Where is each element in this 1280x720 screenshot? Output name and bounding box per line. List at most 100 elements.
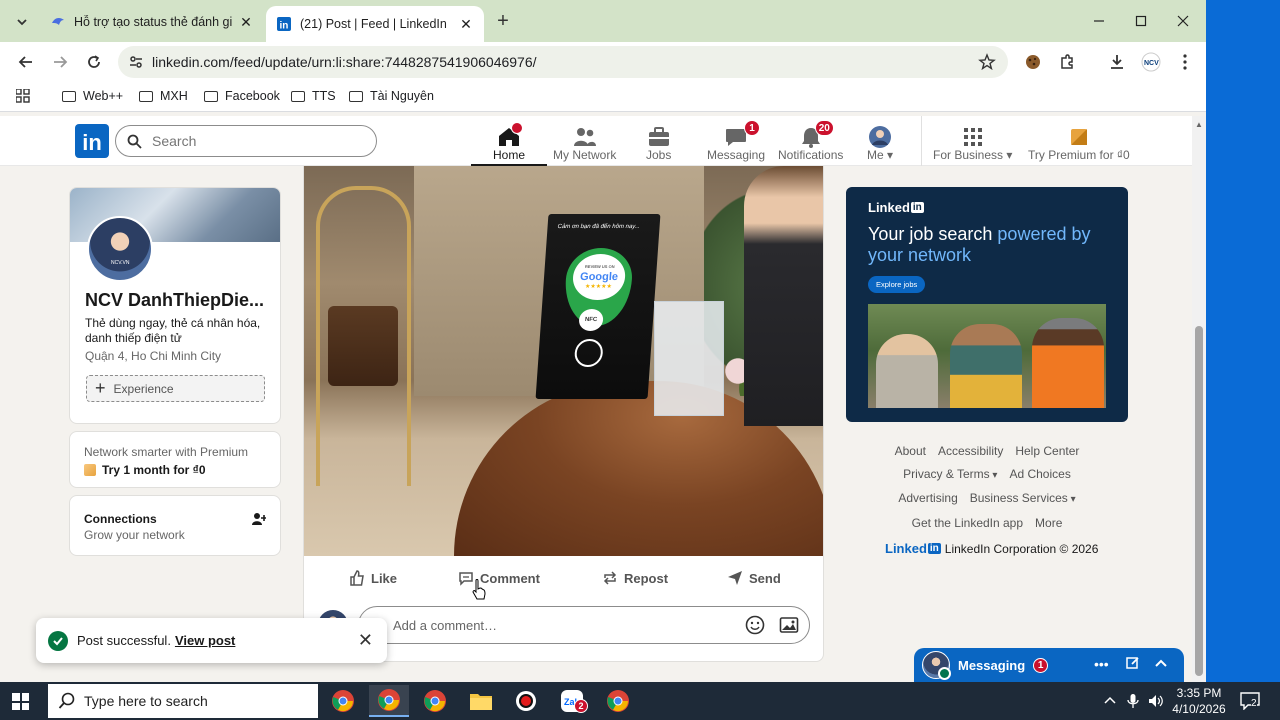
scrollbar-thumb[interactable] [1195, 326, 1203, 676]
page-scrollbar[interactable]: ▲ [1192, 116, 1206, 682]
ad-linkedin-logo: Linked in [868, 200, 924, 215]
close-toast-icon[interactable]: ✕ [358, 630, 373, 651]
premium-trial-link[interactable]: Try 1 month for ₫0 [84, 463, 206, 477]
notification-center-icon[interactable]: 2 [1240, 692, 1260, 713]
bookmark-star-icon[interactable] [978, 53, 996, 74]
taskbar-clock[interactable]: 3:35 PM 4/10/2026 [1170, 685, 1228, 717]
nav-me[interactable]: Me ▾ [867, 120, 893, 162]
nav-label: Home [493, 148, 526, 162]
zalo-app-icon[interactable]: Zalo 2 [552, 685, 592, 717]
nav-try-premium[interactable]: Try Premium for ₫0 [1028, 120, 1130, 162]
image-upload-icon[interactable] [779, 615, 799, 638]
image-luggage [328, 306, 398, 386]
profile-card[interactable]: NCV.VN NCV DanhThiepDie... Thẻ dùng ngay… [69, 187, 281, 424]
address-bar[interactable]: linkedin.com/feed/update/urn:li:share:74… [118, 46, 1008, 78]
windows-start-icon[interactable] [12, 693, 29, 710]
maximize-button[interactable] [1126, 8, 1156, 34]
nav-my-network[interactable]: My Network [553, 120, 616, 162]
add-experience-button[interactable]: + Experience [86, 375, 265, 402]
explore-jobs-button[interactable]: Explore jobs [868, 276, 926, 293]
repost-button[interactable]: Repost [602, 564, 668, 592]
download-icon[interactable] [1106, 51, 1128, 73]
footer-accessibility-link[interactable]: Accessibility [938, 440, 1003, 463]
forward-button[interactable] [48, 50, 72, 74]
profile-avatar[interactable]: NCV.VN [87, 216, 153, 282]
file-explorer-icon[interactable] [461, 685, 501, 717]
extensions-icon[interactable] [1056, 51, 1078, 73]
chrome-app-icon[interactable] [323, 685, 363, 717]
minimize-button[interactable] [1084, 8, 1114, 34]
close-tab-icon[interactable]: ✕ [458, 16, 474, 32]
nav-home[interactable]: Home [470, 120, 548, 166]
bookmark-label: Tài Nguyên [370, 89, 434, 103]
ad-person-1 [876, 334, 938, 408]
footer-brand-in: in [927, 543, 941, 554]
tab-title: (21) Post | Feed | LinkedIn [300, 17, 447, 31]
compose-icon[interactable] [1126, 656, 1140, 673]
job-search-ad[interactable]: Linked in Your job search powered by your… [846, 187, 1128, 422]
nav-for-business[interactable]: For Business ▾ [933, 120, 1012, 162]
tab-google-review[interactable]: Hỗ trợ tạo status thẻ đánh giá Google ✕ [40, 6, 264, 38]
bookmark-folder-tts[interactable]: TTS [291, 89, 336, 103]
clock-date: 4/10/2026 [1172, 702, 1226, 716]
back-button[interactable] [14, 50, 38, 74]
like-button[interactable]: Like [349, 564, 397, 592]
apps-grid-icon[interactable] [16, 89, 30, 103]
close-window-button[interactable] [1168, 8, 1198, 34]
footer-ad-choices-link[interactable]: Ad Choices [1009, 463, 1070, 488]
folder-icon [204, 90, 218, 102]
taskbar-search[interactable]: Type here to search [48, 684, 318, 718]
footer-privacy-terms-link[interactable]: Privacy & Terms [903, 463, 997, 488]
footer-get-app-link[interactable]: Get the LinkedIn app [912, 512, 1023, 535]
reload-button[interactable] [82, 50, 106, 74]
send-button[interactable]: Send [727, 564, 781, 592]
search-input[interactable] [152, 133, 352, 149]
footer-about-link[interactable]: About [895, 440, 926, 463]
nav-jobs[interactable]: Jobs [646, 120, 671, 162]
bookmark-folder-mxh[interactable]: MXH [139, 89, 188, 103]
footer-help-center-link[interactable]: Help Center [1015, 440, 1079, 463]
new-tab-button[interactable]: + [492, 10, 514, 32]
nav-messaging[interactable]: 1 Messaging [707, 120, 765, 162]
tray-chevron-up-icon[interactable] [1104, 682, 1116, 720]
tab-search-button[interactable] [10, 10, 34, 34]
nav-label: Jobs [646, 148, 672, 162]
thumbs-up-icon [349, 570, 365, 586]
scroll-up-arrow-icon[interactable]: ▲ [1195, 120, 1203, 129]
profile-avatar-icon[interactable]: NCV [1140, 51, 1162, 73]
comment-input[interactable]: Add a comment… [358, 606, 810, 644]
chrome-profile2-app-icon[interactable] [415, 685, 455, 717]
cookie-extension-icon[interactable] [1022, 51, 1044, 73]
add-person-icon[interactable] [252, 512, 267, 529]
premium-card[interactable]: Network smarter with Premium Try 1 month… [69, 431, 281, 488]
tab-linkedin[interactable]: in (21) Post | Feed | LinkedIn ✕ [266, 6, 484, 42]
connections-card[interactable]: Connections Grow your network [69, 495, 281, 556]
bookmark-folder-facebook[interactable]: Facebook [204, 89, 280, 103]
volume-icon[interactable] [1148, 682, 1164, 720]
profile-name[interactable]: NCV DanhThiepDie... [85, 290, 270, 311]
nav-notifications[interactable]: 20 Notifications [778, 120, 843, 162]
footer-business-services-link[interactable]: Business Services [970, 487, 1076, 512]
close-tab-icon[interactable]: ✕ [238, 14, 254, 30]
post-image[interactable]: Cảm ơn bạn đã đến hôm nay... REVIEW US O… [304, 166, 823, 556]
view-post-link[interactable]: View post [175, 633, 235, 648]
comment-button[interactable]: Comment [458, 564, 540, 592]
chevron-up-icon[interactable] [1154, 656, 1168, 673]
footer-more-link[interactable]: More [1035, 512, 1062, 535]
site-info-icon[interactable] [122, 54, 150, 70]
chrome-profile-app-icon[interactable] [369, 685, 409, 717]
linkedin-logo[interactable]: in [75, 124, 109, 158]
more-menu-icon[interactable] [1174, 51, 1196, 73]
linkedin-search[interactable] [115, 125, 377, 157]
emoji-icon[interactable] [745, 615, 765, 638]
screen-recorder-icon[interactable] [506, 685, 546, 717]
messaging-overlay[interactable]: Messaging 1 ••• [914, 648, 1184, 682]
bookmark-folder-tai-nguyen[interactable]: Tài Nguyên [349, 89, 434, 103]
chrome-profile3-app-icon[interactable] [598, 685, 638, 717]
ellipsis-icon[interactable]: ••• [1094, 656, 1109, 672]
microphone-icon[interactable] [1127, 682, 1139, 720]
footer-advertising-link[interactable]: Advertising [898, 487, 957, 512]
footer-linkedin-logo: Linked in [885, 541, 941, 556]
bookmark-folder-web[interactable]: Web++ [62, 89, 123, 103]
premium-tagline: Network smarter with Premium [84, 445, 249, 459]
